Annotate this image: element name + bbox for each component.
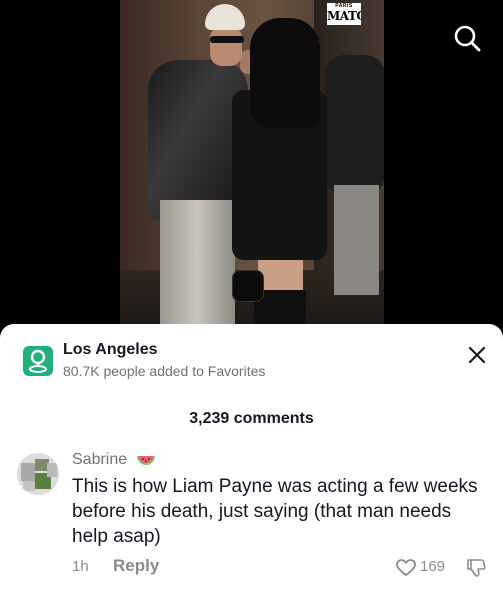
paris-match-logo: PARIS MATCH: [327, 3, 361, 25]
comment-time: 1h: [72, 558, 89, 575]
reply-button[interactable]: Reply: [113, 556, 159, 576]
close-icon[interactable]: [466, 344, 488, 366]
video-frame[interactable]: [120, 0, 384, 330]
thumbs-down-icon[interactable]: [466, 558, 486, 578]
background-person: [325, 55, 384, 195]
watermelon-icon: [137, 452, 155, 468]
location-name[interactable]: Los Angeles: [63, 341, 158, 359]
comment-username[interactable]: Sabrine: [72, 451, 127, 469]
location-pin-icon[interactable]: [23, 346, 53, 376]
like-count: 169: [420, 558, 446, 575]
comment-text: This is how Liam Payne was acting a few …: [72, 476, 478, 547]
comments-sheet: Los Angeles 80.7K people added to Favori…: [0, 324, 503, 600]
comments-count: 3,239 comments: [189, 410, 314, 427]
location-favorites-count: 80.7K people added to Favorites: [63, 363, 266, 379]
avatar[interactable]: [17, 453, 59, 495]
search-icon[interactable]: [451, 22, 483, 54]
video-player[interactable]: PARIS MATCH: [0, 0, 503, 330]
heart-icon[interactable]: [396, 559, 416, 577]
